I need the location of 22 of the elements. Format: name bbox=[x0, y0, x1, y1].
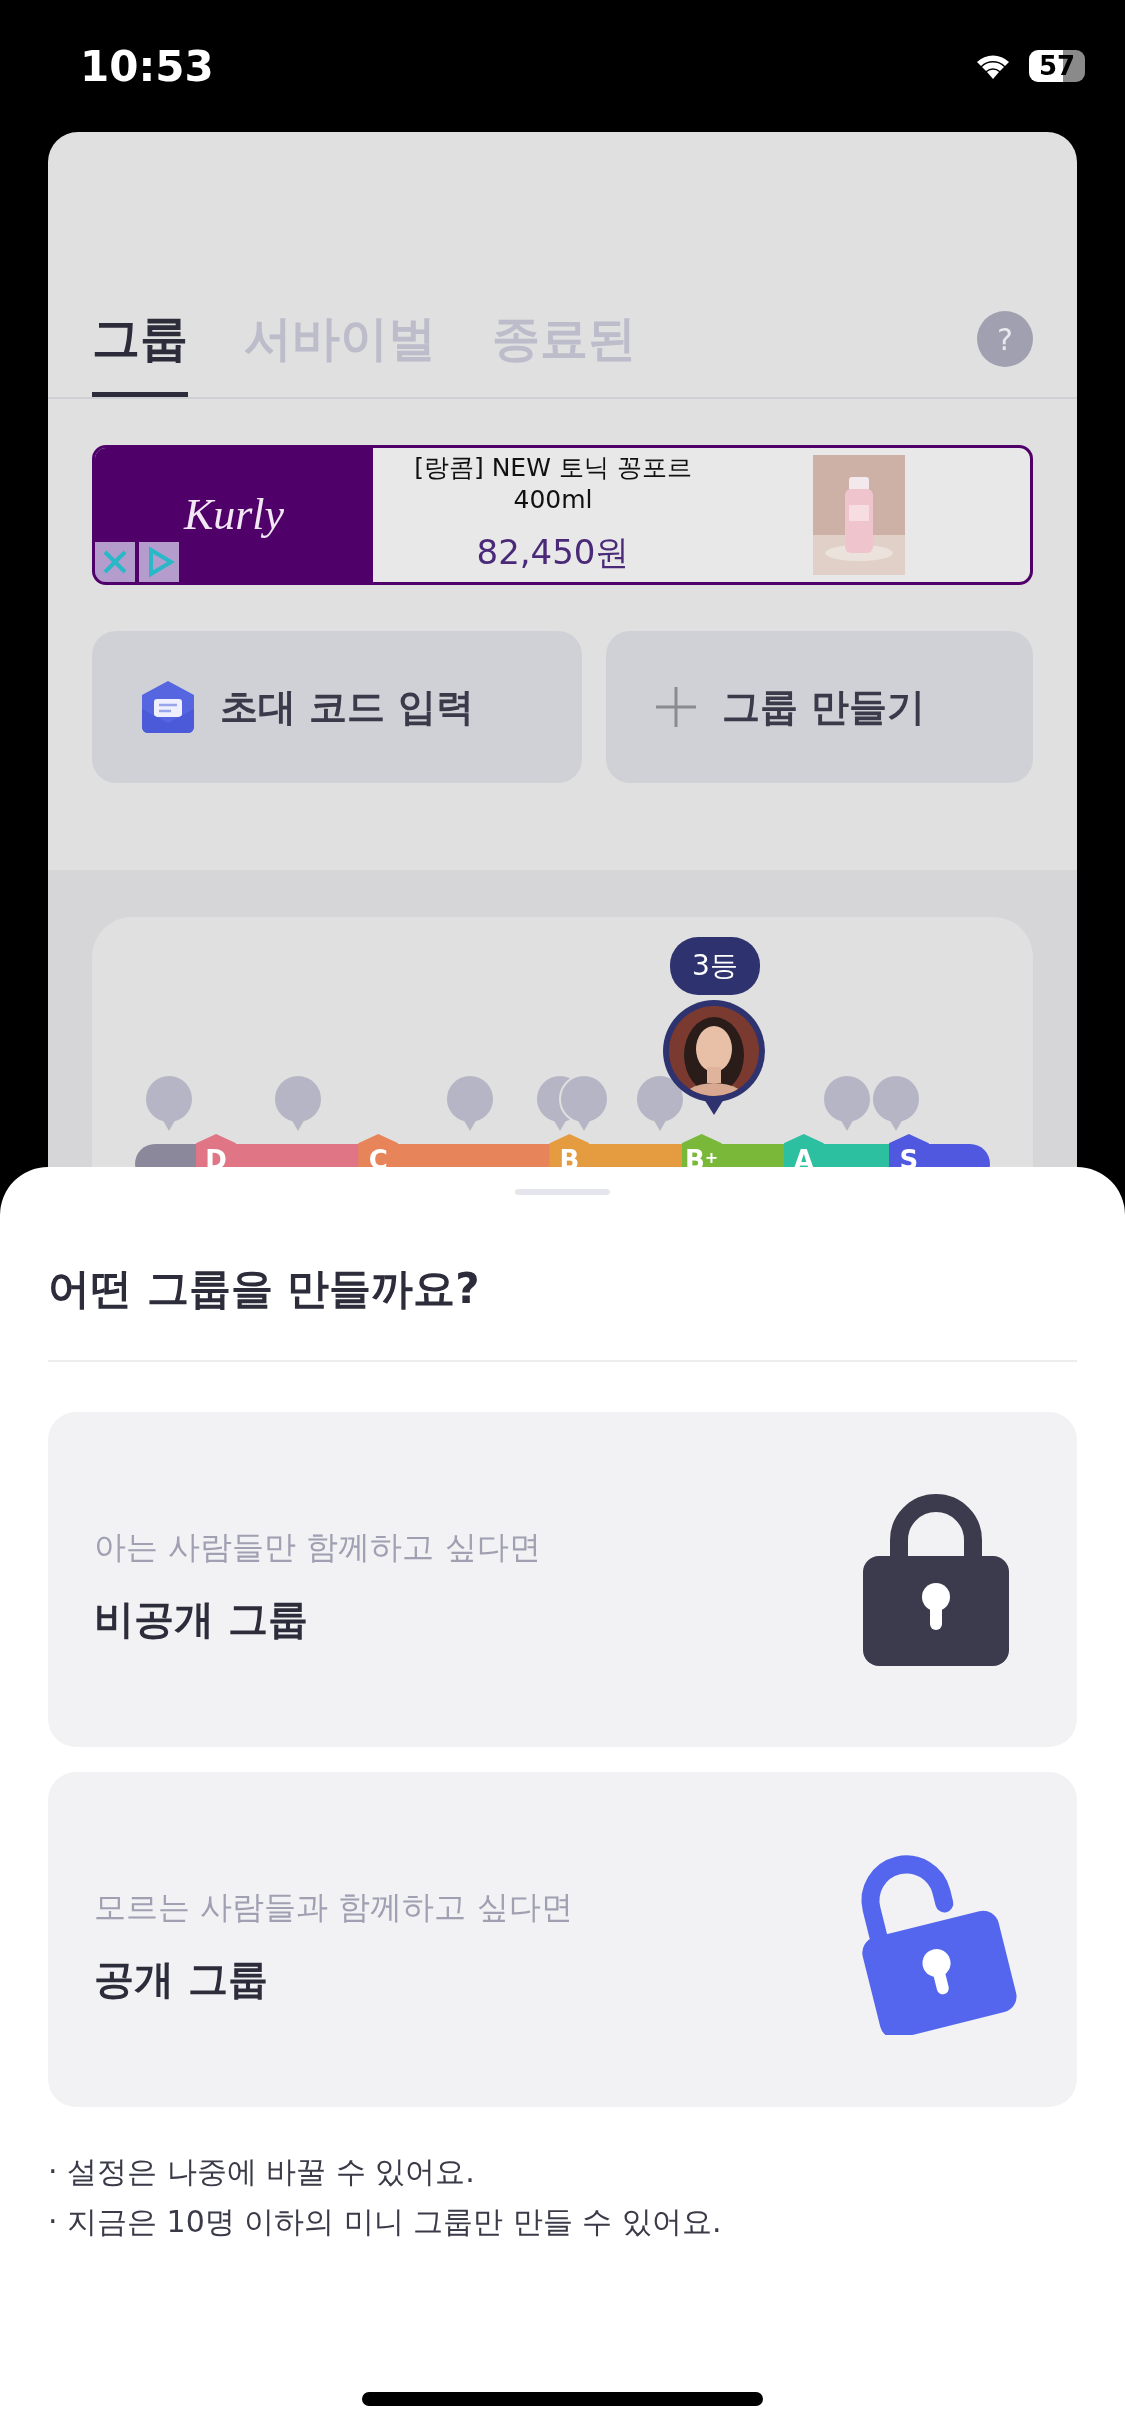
product-name: [랑콤] NEW 토닉 꽁포르 bbox=[414, 452, 692, 484]
lock-icon bbox=[863, 1493, 1009, 1666]
public-group-option[interactable]: 모르는 사람들과 함께하고 싶다면 공개 그룹 bbox=[48, 1772, 1077, 2107]
rank-badge: 3등 bbox=[670, 937, 760, 995]
status-time: 10:53 bbox=[80, 40, 214, 93]
envelope-icon bbox=[140, 679, 196, 735]
ad-banner[interactable]: Kurly [랑콤] NEW 토닉 꽁포르 400ml 82,450원 bbox=[92, 445, 1033, 585]
create-group-button[interactable]: 그룹 만들기 bbox=[606, 631, 1033, 783]
tab[interactable]: 그룹 bbox=[92, 302, 188, 397]
sheet-handle[interactable] bbox=[515, 1189, 610, 1195]
close-icon[interactable] bbox=[95, 542, 135, 582]
note-text: · 설정은 나중에 바꿀 수 있어요. bbox=[48, 2153, 476, 2191]
invite-code-button[interactable]: 초대 코드 입력 bbox=[92, 631, 583, 783]
battery-indicator: 57 bbox=[1029, 50, 1085, 82]
sheet-title: 어떤 그룹을 만들까요? bbox=[48, 1257, 1077, 1362]
product-price: 82,450원 bbox=[476, 530, 630, 574]
play-icon[interactable] bbox=[139, 542, 179, 582]
product-size: 400ml bbox=[513, 483, 593, 515]
brand-logo: Kurly bbox=[183, 489, 285, 541]
note-text: · 지금은 10명 이하의 미니 그룹만 만들 수 있어요. bbox=[48, 2203, 723, 2241]
plus-icon bbox=[654, 685, 699, 729]
private-group-option[interactable]: 아는 사람들만 함께하고 싶다면 비공개 그룹 bbox=[48, 1412, 1077, 1747]
